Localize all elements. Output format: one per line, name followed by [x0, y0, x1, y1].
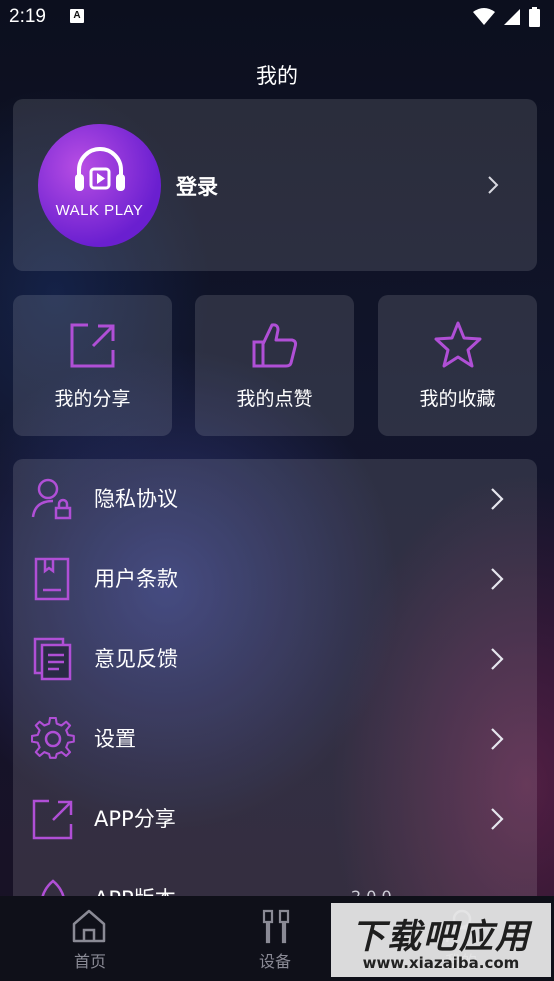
star-icon [434, 321, 482, 368]
feedback-icon [33, 637, 72, 681]
tab-label: 首页 [73, 952, 106, 971]
gear-icon [31, 717, 75, 759]
wifi-icon [473, 8, 495, 25]
page-title: 我的 [256, 64, 298, 88]
walk-play-logo: WALK PLAY [38, 124, 161, 247]
menu-item-label: 意见反馈 [94, 647, 178, 671]
login-label[interactable]: 登录 [176, 171, 218, 201]
home-icon [72, 909, 106, 943]
login-card[interactable]: WALK PLAY 登录 [13, 99, 537, 271]
menu-item-label: 隐私协议 [94, 487, 178, 511]
menu-item-settings[interactable]: 设置 [13, 699, 537, 779]
tab-devices[interactable]: 设备 [206, 896, 344, 981]
menu-item-app-share[interactable]: APP分享 [13, 779, 537, 859]
menu-list: 隐私协议 用户条款 意见反馈 设置 APP分享 [13, 459, 537, 919]
menu-item-privacy[interactable]: 隐私协议 [13, 459, 537, 539]
chevron-right-icon [491, 808, 504, 830]
menu-item-label: 设置 [94, 727, 136, 751]
document-icon [34, 557, 70, 601]
quick-action-label: 我的分享 [54, 388, 131, 410]
chevron-right-icon [488, 176, 499, 194]
thumbs-up-icon [252, 323, 298, 368]
menu-item-label: APP分享 [94, 807, 176, 831]
share-icon [32, 799, 73, 840]
tab-home[interactable]: 首页 [21, 896, 159, 981]
share-icon [70, 323, 115, 368]
my-favorites-button[interactable]: 我的收藏 [378, 295, 537, 436]
headphones-icon [75, 147, 125, 191]
watermark-url: www.xiazaiba.com [362, 954, 520, 972]
chevron-right-icon [491, 488, 504, 510]
user-lock-icon [31, 478, 72, 520]
chevron-right-icon [491, 568, 504, 590]
my-likes-button[interactable]: 我的点赞 [195, 295, 354, 436]
my-shares-button[interactable]: 我的分享 [13, 295, 172, 436]
watermark-logo: 下载吧应用 www.xiazaiba.com [331, 903, 551, 977]
battery-icon [529, 7, 540, 27]
chevron-right-icon [491, 648, 504, 670]
logo-text: WALK PLAY [55, 202, 144, 219]
quick-action-label: 我的收藏 [419, 388, 496, 410]
watermark-title: 下载吧应用 [351, 917, 531, 957]
status-time: 2:19 [9, 6, 46, 27]
notification-icon: A [70, 9, 84, 23]
menu-item-feedback[interactable]: 意见反馈 [13, 619, 537, 699]
menu-item-terms[interactable]: 用户条款 [13, 539, 537, 619]
signal-icon [504, 9, 520, 25]
tab-label: 设备 [258, 952, 291, 971]
status-bar: 2:19 A [0, 0, 554, 34]
earbuds-icon [262, 909, 290, 944]
status-icons [473, 7, 540, 27]
menu-item-label: 用户条款 [94, 567, 178, 591]
quick-action-label: 我的点赞 [236, 388, 313, 410]
chevron-right-icon [491, 728, 504, 750]
